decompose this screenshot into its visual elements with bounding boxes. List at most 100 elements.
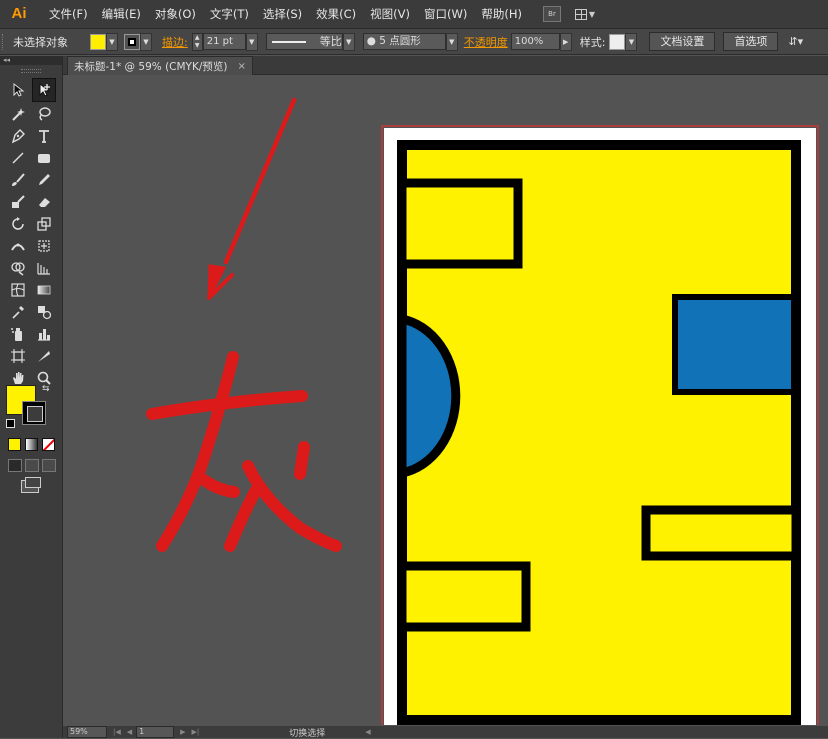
rectangle-tool-icon[interactable] xyxy=(32,146,56,170)
menu-edit[interactable]: 编辑(E) xyxy=(95,0,148,28)
slice-tool-icon[interactable] xyxy=(32,344,56,368)
menu-bar: Ai 文件(F) 编辑(E) 对象(O) 文字(T) 选择(S) 效果(C) 视… xyxy=(0,0,828,29)
draw-normal-icon[interactable] xyxy=(8,459,22,472)
symbol-sprayer-tool-icon[interactable] xyxy=(6,322,30,346)
stroke-dropdown-icon[interactable]: ▼ xyxy=(140,32,152,51)
none-mode-icon[interactable] xyxy=(42,438,55,451)
draw-behind-icon[interactable] xyxy=(25,459,39,472)
fill-dropdown-icon[interactable]: ▼ xyxy=(106,32,118,51)
swap-fill-stroke-icon[interactable]: ⇆ xyxy=(42,384,50,394)
variable-width-profile[interactable]: 等比 xyxy=(265,33,343,50)
stroke-weight-input[interactable]: 21 pt xyxy=(202,33,246,50)
type-tool-icon[interactable] xyxy=(32,124,56,148)
document-tab-strip: 未标题-1* @ 59% (CMYK/预览) × xyxy=(63,56,828,75)
default-fill-stroke-icon[interactable] xyxy=(6,419,15,428)
eraser-tool-icon[interactable] xyxy=(32,190,56,214)
mesh-tool-icon[interactable] xyxy=(6,278,30,302)
menu-object[interactable]: 对象(O) xyxy=(148,0,203,28)
menu-view[interactable]: 视图(V) xyxy=(363,0,417,28)
style-label: 样式: xyxy=(579,35,606,49)
stroke-weight-dropdown-icon[interactable]: ▼ xyxy=(245,32,258,51)
blend-tool-icon[interactable] xyxy=(32,300,56,324)
artboard-number-field[interactable]: 1 xyxy=(136,726,175,738)
document-setup-button[interactable]: 文档设置 xyxy=(649,32,716,51)
stroke-color-box[interactable] xyxy=(22,401,46,425)
top-left-box[interactable] xyxy=(397,178,523,269)
close-icon[interactable]: × xyxy=(238,61,246,72)
document-tab-title: 未标题-1* @ 59% (CMYK/预览) xyxy=(74,60,228,73)
selection-status: 未选择对象 xyxy=(13,35,68,49)
profile-label: 等比 xyxy=(319,35,342,48)
blob-brush-tool-icon[interactable] xyxy=(6,190,30,214)
pen-tool-icon[interactable] xyxy=(6,124,30,148)
profile-dropdown-icon[interactable]: ▼ xyxy=(342,32,355,51)
brush-definition[interactable]: ● 5 点圆形 xyxy=(362,33,446,50)
menu-help[interactable]: 帮助(H) xyxy=(474,0,529,28)
control-bar: 未选择对象 ▼ ▼ 描边: ▲ ▼ 21 pt ▼ 等比 ▼ ● 5 点圆形 ▼ … xyxy=(0,29,828,55)
style-swatch[interactable] xyxy=(609,33,626,50)
paintbrush-tool-icon[interactable] xyxy=(6,168,30,192)
brush-dropdown-icon[interactable]: ▼ xyxy=(445,32,458,51)
draw-inside-icon[interactable] xyxy=(42,459,56,472)
width-tool-icon[interactable] xyxy=(6,234,30,258)
artwork xyxy=(146,97,819,725)
selection-tool-icon[interactable] xyxy=(6,78,30,102)
brush-label: 5 点圆形 xyxy=(379,35,421,47)
screen-mode-icon[interactable] xyxy=(21,477,41,493)
shape-builder-tool-icon[interactable] xyxy=(6,256,30,280)
tools-panel: ◂◂ ⇆ xyxy=(0,56,63,738)
menu-select[interactable]: 选择(S) xyxy=(256,0,309,28)
gradient-mode-icon[interactable] xyxy=(25,438,38,451)
opacity-dropdown-icon[interactable]: ▶ xyxy=(559,32,572,51)
stroke-stepper[interactable]: ▲ ▼ xyxy=(191,32,203,51)
style-dropdown-icon[interactable]: ▼ xyxy=(625,32,638,51)
annotation-character-strokes xyxy=(146,351,342,552)
profile-line-icon xyxy=(271,40,306,43)
artboard[interactable] xyxy=(381,125,819,725)
stroke-swatch[interactable] xyxy=(124,33,140,50)
status-bar: 59% |◀ ◀ 1 ▶ ▶| 切换选择 ◀ xyxy=(63,726,828,739)
column-graph-tool-icon[interactable] xyxy=(32,322,56,346)
color-mode-icon[interactable] xyxy=(8,438,21,451)
pencil-tool-icon[interactable] xyxy=(32,168,56,192)
menu-file[interactable]: 文件(F) xyxy=(42,0,95,28)
menu-type[interactable]: 文字(T) xyxy=(203,0,256,28)
magic-wand-tool-icon[interactable] xyxy=(6,102,30,126)
menu-effect[interactable]: 效果(C) xyxy=(309,0,363,28)
stroke-label[interactable]: 描边: xyxy=(162,34,188,50)
menu-window[interactable]: 窗口(W) xyxy=(417,0,474,28)
perspective-grid-tool-icon[interactable] xyxy=(32,256,56,280)
annotation-arrow xyxy=(207,97,297,300)
preferences-button[interactable]: 首选项 xyxy=(723,32,779,51)
eyedropper-tool-icon[interactable] xyxy=(6,300,30,324)
fill-swatch[interactable] xyxy=(90,33,106,50)
right-small-box[interactable] xyxy=(641,505,801,561)
canvas[interactable] xyxy=(63,75,828,725)
bottom-left-box[interactable] xyxy=(397,561,531,632)
opacity-input[interactable]: 100% xyxy=(510,33,560,50)
panel-options-icon[interactable]: ⇵▾ xyxy=(788,35,803,48)
status-text: 切换选择 xyxy=(289,728,326,739)
last-artboard-icon[interactable]: ▶| xyxy=(192,728,200,736)
scale-tool-icon[interactable] xyxy=(32,212,56,236)
rotate-tool-icon[interactable] xyxy=(6,212,30,236)
arrange-documents-icon[interactable]: ▼ xyxy=(574,7,595,21)
next-artboard-icon[interactable]: ▶ xyxy=(180,728,185,736)
first-artboard-icon[interactable]: |◀ xyxy=(113,728,121,736)
zoom-level-field[interactable]: 59% xyxy=(67,726,107,738)
app-logo: Ai xyxy=(11,5,27,22)
document-tab[interactable]: 未标题-1* @ 59% (CMYK/预览) × xyxy=(67,56,253,75)
previous-artboard-icon[interactable]: ◀ xyxy=(127,728,132,736)
free-transform-tool-icon[interactable] xyxy=(32,234,56,258)
line-segment-tool-icon[interactable] xyxy=(6,146,30,170)
opacity-label[interactable]: 不透明度 xyxy=(464,34,508,50)
lasso-tool-icon[interactable] xyxy=(32,102,56,126)
artboard-tool-icon[interactable] xyxy=(6,344,30,368)
tools-panel-grip[interactable] xyxy=(21,69,41,73)
bridge-icon[interactable]: Br xyxy=(542,6,561,22)
scroll-left-icon[interactable]: ◀ xyxy=(365,728,370,736)
direct-selection-tool-icon[interactable] xyxy=(32,78,56,102)
tools-panel-collapse[interactable]: ◂◂ xyxy=(0,56,62,65)
blue-rectangle[interactable] xyxy=(678,300,791,389)
gradient-tool-icon[interactable] xyxy=(32,278,56,302)
